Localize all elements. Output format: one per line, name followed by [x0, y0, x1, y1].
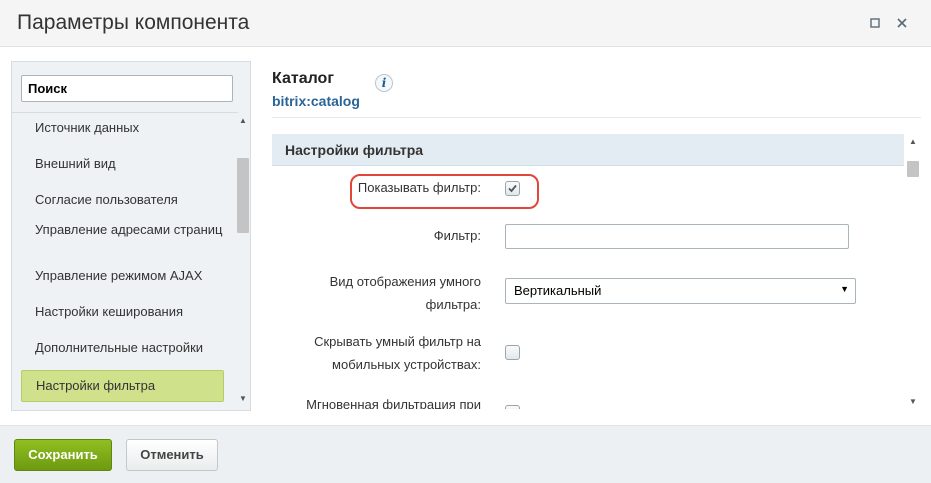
smart-filter-view-select[interactable]: Вертикальный ▼ — [505, 278, 856, 304]
section-title: Настройки фильтра — [285, 142, 424, 158]
smart-filter-view-value: Вертикальный — [514, 283, 602, 298]
search-input[interactable] — [21, 75, 233, 102]
sidebar-item-url-management[interactable]: Управление адресами страниц — [21, 222, 224, 237]
maximize-icon[interactable] — [866, 14, 884, 32]
filter-label: Фильтр: — [433, 228, 481, 243]
main-scrollbar[interactable]: ▲ ▼ — [906, 135, 920, 409]
sidebar-nav: Источник данных Внешний вид Согласие пол… — [12, 112, 238, 407]
checkmark-icon — [508, 184, 517, 193]
scroll-thumb[interactable] — [907, 161, 919, 177]
sidebar-item-ajax-mode[interactable]: Управление режимом AJAX — [21, 268, 224, 283]
dialog-title: Параметры компонента — [17, 11, 250, 34]
hide-on-mobile-label: Скрывать умный фильтр на мобильных устро… — [280, 332, 481, 375]
smart-filter-view-label-line2: фильтра: — [425, 297, 481, 312]
sidebar: Источник данных Внешний вид Согласие пол… — [11, 61, 251, 411]
hide-on-mobile-checkbox[interactable] — [505, 345, 520, 360]
scroll-up-icon[interactable]: ▲ — [238, 116, 248, 126]
info-icon[interactable]: i — [375, 74, 393, 92]
filter-input[interactable] — [505, 224, 849, 249]
sidebar-item-filter-settings[interactable]: Настройки фильтра — [21, 370, 224, 402]
scroll-down-icon[interactable]: ▼ — [238, 394, 248, 404]
component-code: bitrix:catalog — [272, 93, 360, 109]
dialog-body: Источник данных Внешний вид Согласие пол… — [0, 47, 931, 425]
sidebar-item-appearance[interactable]: Внешний вид — [21, 156, 224, 171]
cancel-button[interactable]: Отменить — [126, 439, 218, 471]
smart-filter-view-label-line1: Вид отображения умного — [329, 274, 481, 289]
scroll-down-icon[interactable]: ▼ — [908, 397, 918, 407]
divider — [272, 117, 921, 118]
show-filter-label: Показывать фильтр: — [357, 180, 481, 195]
instant-filter-checkbox[interactable] — [505, 405, 520, 409]
show-filter-checkbox[interactable] — [505, 181, 520, 196]
instant-filter-label: Мгновенная фильтрация при — [306, 397, 481, 409]
section-header: Настройки фильтра — [272, 134, 904, 166]
close-icon[interactable] — [893, 14, 911, 32]
chevron-down-icon: ▼ — [840, 284, 849, 294]
component-name: Каталог — [272, 70, 334, 87]
dialog-footer: Сохранить Отменить — [0, 425, 931, 483]
sidebar-scrollbar[interactable]: ▲ ▼ — [236, 114, 250, 406]
sidebar-item-data-source[interactable]: Источник данных — [21, 120, 224, 135]
sidebar-item-cache-settings[interactable]: Настройки кеширования — [21, 304, 224, 319]
scroll-thumb[interactable] — [237, 158, 249, 233]
smart-filter-view-label: Вид отображения умного фильтра: — [280, 272, 481, 315]
save-button[interactable]: Сохранить — [14, 439, 112, 471]
dialog-titlebar: Параметры компонента — [0, 0, 931, 47]
hide-on-mobile-label-line2: мобильных устройствах: — [332, 357, 481, 372]
scroll-up-icon[interactable]: ▲ — [908, 137, 918, 147]
hide-on-mobile-label-line1: Скрывать умный фильтр на — [314, 334, 481, 349]
sidebar-item-additional-settings[interactable]: Дополнительные настройки — [21, 340, 224, 355]
instant-filter-row: Мгновенная фильтрация при — [280, 395, 540, 409]
sidebar-item-user-consent[interactable]: Согласие пользователя — [21, 192, 224, 207]
